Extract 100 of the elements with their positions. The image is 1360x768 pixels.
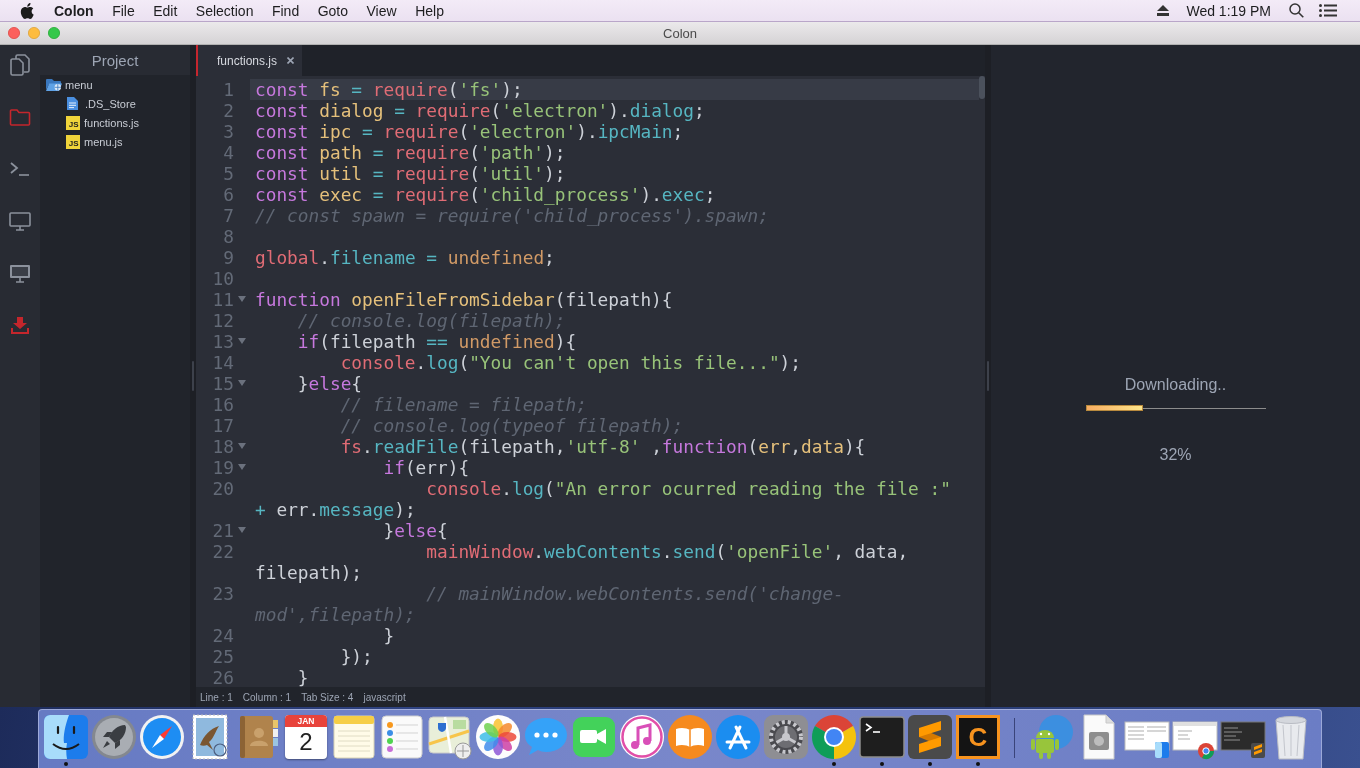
download-percent: 32% [1159,446,1192,464]
file-type-badge: JS [65,115,80,130]
dropdown-trigger[interactable]: Find [271,2,300,19]
notepad-icon[interactable] [331,714,377,760]
code-line: const exec = require('child_process').exec; [255,183,716,205]
video-camera-icon[interactable] [571,714,617,760]
search-icon[interactable] [1289,3,1304,18]
code-line: } [296,666,309,687]
line-number: 24 [211,624,234,646]
eject-icon[interactable] [1157,5,1170,16]
dropdown-trigger[interactable]: Help [415,2,444,19]
line-number: 20 [211,477,234,499]
caret-down-icon[interactable] [238,464,246,470]
line-number: 10 [211,267,234,289]
letter-tile[interactable]: C [956,715,1000,759]
code-line: if(err){ [382,456,470,478]
code-line: mainWindow.webContents.send('openFile', data, [425,540,909,562]
checklist-icon[interactable] [379,714,425,760]
tree-item[interactable]: menu [40,75,190,94]
apple-logo-icon[interactable] [20,2,34,19]
open-book-icon[interactable] [667,714,713,760]
code-line: global.filename = undefined; [255,246,555,268]
calendar-month: JAN [285,715,327,727]
map-icon[interactable] [427,714,473,760]
tree-item[interactable]: JS functions.js [40,113,190,132]
line-number: 11 [211,288,234,310]
code-line: + err.message); [255,498,416,520]
download-label: Downloading.. [1124,376,1227,394]
code-line: fs.readFile(filepath,'utf-8' ,function(err,data){ [339,435,866,457]
code-line: }else{ [296,372,363,394]
line-number: 17 [211,414,234,436]
dropdown-trigger[interactable]: Selection [195,2,254,19]
code-line: const util = require('util'); [255,162,566,184]
caret-down-icon[interactable] [238,527,246,533]
line-number: 3 [222,120,234,142]
code-line: console.log("You can't open this file..."); [340,351,802,373]
dropdown-trigger[interactable]: View [366,2,397,19]
status-text: Tab Size : 4 [301,691,354,703]
close-icon[interactable] [287,57,295,64]
caret-down-icon[interactable] [238,296,246,302]
application-name[interactable]: Colon [54,2,94,19]
close-icon[interactable] [8,27,20,39]
robot-icon[interactable] [1028,714,1074,760]
monitor-icon[interactable] [9,263,31,283]
code-line: // mainWindow.webContents.send('change- [425,582,844,604]
caret-down-icon[interactable] [238,338,246,344]
s-logo-icon[interactable] [907,714,953,760]
music-note-icon[interactable] [619,714,665,760]
resize-handle[interactable] [987,361,989,391]
tree-item[interactable]: JS menu.js [40,132,190,151]
monitor-icon[interactable] [9,211,31,231]
file-type-badge: JS [65,134,80,149]
line-number: 26 [211,666,234,687]
dropdown-trigger[interactable]: Edit [153,2,178,19]
caret-down-icon[interactable] [238,380,246,386]
line-number: 8 [222,225,234,247]
scrollbar[interactable] [979,76,985,99]
dropdown-trigger[interactable]: Goto [317,2,349,19]
code-line: const fs = require('fs'); [255,78,523,100]
list-icon[interactable] [1319,4,1337,17]
line-number: 25 [211,645,234,667]
code-line: mod',filepath); [255,603,416,625]
terminal-icon[interactable] [859,714,905,760]
window-title: Colon [663,25,697,41]
gear-icon[interactable] [763,714,809,760]
code-line: function openFileFromSidebar(filepath){ [255,288,673,310]
line-number: 7 [222,204,234,226]
code-line: } [383,624,395,646]
caret-down-icon[interactable] [238,443,246,449]
code-line: // filename = filepath; [339,393,587,415]
smiling-face-icon[interactable] [43,714,89,760]
flower-icon[interactable] [475,714,521,760]
copy-icon[interactable] [10,54,30,76]
line-number: 21 [211,519,234,541]
clock-text[interactable]: Wed 1:19 PM [1186,2,1271,19]
open-folder-icon [46,78,62,91]
document-icon [67,97,78,110]
resize-handle[interactable] [192,361,194,391]
tricolor-circle-icon[interactable] [811,714,857,760]
line-number: 12 [211,309,234,331]
tree-item[interactable]: .DS_Store [40,94,190,113]
dropdown-trigger[interactable]: File [112,2,135,19]
sidebar-title: Project [91,51,139,69]
rocket-icon[interactable] [91,714,137,760]
compass-icon[interactable] [139,714,185,760]
folder-icon[interactable] [9,108,31,126]
editor-tab[interactable]: functions.js [196,45,303,76]
code-line: const path = require('path'); [255,141,566,163]
code-line: if(filepath == undefined){ [296,330,577,352]
calendar-tile[interactable]: JAN 2 [285,715,327,759]
maximize-icon[interactable] [48,27,60,39]
download-icon[interactable] [11,316,29,334]
line-number: 14 [211,351,234,373]
line-number: 1 [222,78,234,100]
line-number: 16 [211,393,234,415]
line-number: 13 [211,330,234,352]
letter-a-icon[interactable] [715,714,761,760]
code-line: // const spawn = require('child_process').spawn; [255,204,769,226]
status-text: Line : 1 [200,691,233,703]
terminal-icon[interactable] [10,162,30,176]
